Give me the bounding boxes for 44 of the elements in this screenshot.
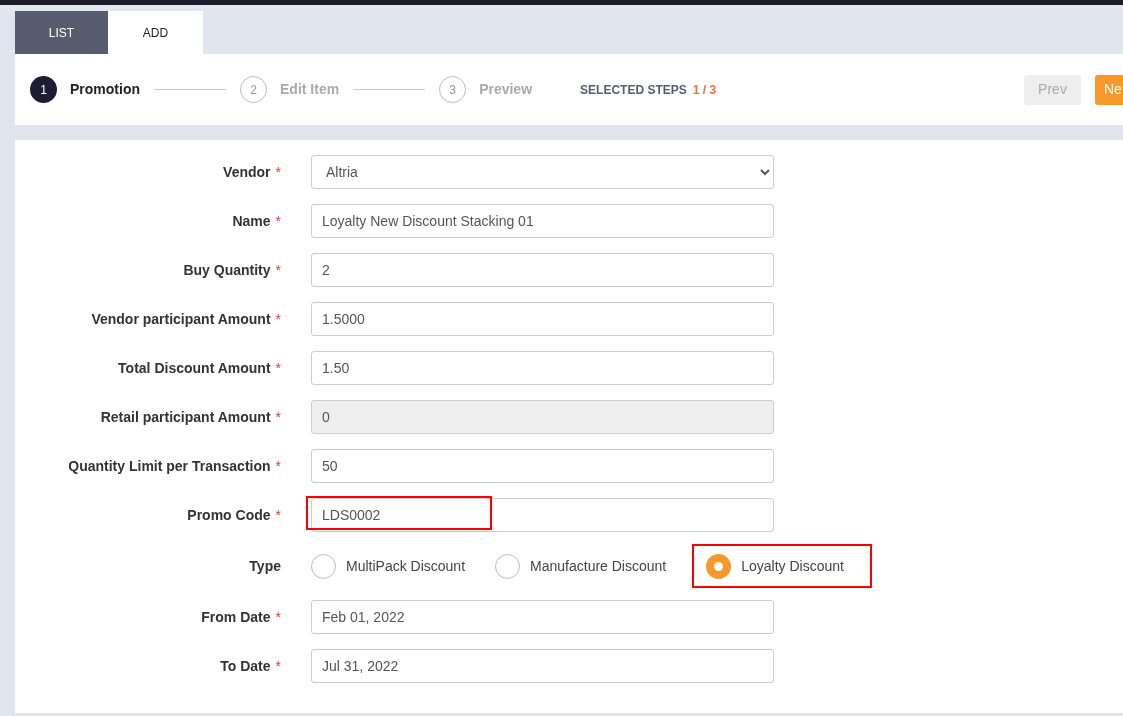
- input-field[interactable]: 50: [311, 449, 774, 483]
- input-field[interactable]: 1.50: [311, 351, 774, 385]
- field-label: From Date: [201, 607, 271, 627]
- required-asterisk: *: [275, 162, 281, 182]
- selected-steps-label: SELECTED STEPS: [580, 81, 687, 99]
- field-label: To Date: [220, 656, 271, 676]
- field-label: Type: [249, 556, 281, 576]
- radio-label: Loyalty Discount: [741, 556, 844, 576]
- required-asterisk: *: [275, 407, 281, 427]
- step-label: Preview: [479, 80, 533, 99]
- input-field[interactable]: Loyalty New Discount Stacking 01: [311, 204, 774, 238]
- tab[interactable]: ADD: [108, 11, 203, 54]
- field-label: Promo Code: [187, 505, 271, 525]
- input-field[interactable]: 2: [311, 253, 774, 287]
- selected-steps-count: 1 / 3: [692, 81, 717, 99]
- step-label: Edit Item: [280, 80, 340, 99]
- required-asterisk: *: [275, 607, 281, 627]
- field-label: Name: [232, 211, 271, 231]
- vendor-dropdown[interactable]: Altria: [311, 155, 774, 189]
- tab[interactable]: LIST: [15, 11, 108, 54]
- required-asterisk: *: [275, 309, 281, 329]
- radio-label: Manufacture Discount: [530, 556, 667, 576]
- step-label: Promotion: [70, 80, 140, 99]
- field-label: Retail participant Amount: [100, 407, 271, 427]
- input-field[interactable]: 1.5000: [311, 302, 774, 336]
- required-asterisk: *: [275, 505, 281, 525]
- required-asterisk: *: [275, 358, 281, 378]
- step-number: 1: [30, 76, 57, 103]
- input-field[interactable]: Feb 01, 2022: [311, 600, 774, 634]
- radio-label: MultiPack Discount: [346, 556, 466, 576]
- required-asterisk: *: [275, 211, 281, 231]
- field-label: Vendor: [223, 162, 271, 182]
- input-field[interactable]: Jul 31, 2022: [311, 649, 774, 683]
- radio-button[interactable]: [495, 553, 521, 579]
- field-label: Vendor participant Amount: [91, 309, 271, 329]
- radio-button[interactable]: [706, 553, 732, 579]
- field-label: Total Discount Amount: [118, 358, 271, 378]
- field-label: Quantity Limit per Transaction: [68, 456, 271, 476]
- required-asterisk: *: [275, 260, 281, 280]
- field-label: Buy Quantity: [183, 260, 271, 280]
- radio-button[interactable]: [311, 553, 336, 579]
- required-asterisk: *: [275, 656, 281, 676]
- input-field[interactable]: LDS0002: [311, 498, 774, 532]
- required-asterisk: *: [275, 456, 281, 476]
